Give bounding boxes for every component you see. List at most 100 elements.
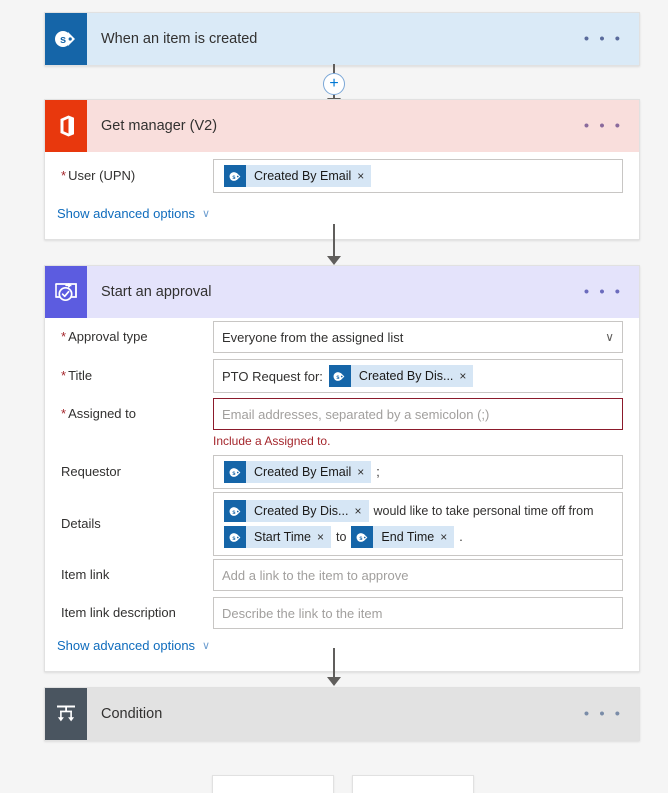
item-link-placeholder: Add a link to the item to approve bbox=[222, 567, 409, 583]
condition-branch-if-no[interactable] bbox=[352, 775, 474, 793]
token-start-time[interactable]: s Start Time × bbox=[224, 526, 331, 548]
flow-step-get-manager[interactable]: Get manager (V2) • • • * User (UPN) s Cr… bbox=[44, 99, 640, 240]
label-user-upn: * User (UPN) bbox=[61, 167, 136, 183]
flow-designer-canvas: s When an item is created • • • + Get ma… bbox=[0, 0, 668, 793]
approvals-icon bbox=[45, 266, 87, 318]
token-created-by-email[interactable]: s Created By Email × bbox=[224, 461, 372, 483]
assigned-to-placeholder: Email addresses, separated by a semicolo… bbox=[222, 406, 490, 422]
label-title: * Title bbox=[61, 367, 93, 383]
token-remove-icon[interactable]: × bbox=[357, 465, 371, 479]
sharepoint-token-icon: s bbox=[224, 526, 246, 548]
chevron-down-icon: ∨ bbox=[202, 208, 211, 220]
label-details: Details bbox=[61, 515, 101, 531]
approval-type-value: Everyone from the assigned list bbox=[222, 329, 404, 345]
form-row-assigned-to: * Assigned to Email addresses, separated … bbox=[45, 396, 639, 432]
select-approval-type[interactable]: Everyone from the assigned list ∨ bbox=[213, 321, 623, 353]
card-title-get-manager: Get manager (V2) bbox=[101, 118, 218, 134]
card-icon-wrap-condition bbox=[45, 688, 87, 740]
sharepoint-token-icon: s bbox=[351, 526, 374, 548]
token-label: End Time bbox=[381, 530, 435, 544]
advanced-options-label: Show advanced options bbox=[57, 206, 196, 221]
office365-users-icon bbox=[45, 100, 87, 152]
card-menu-start-approval[interactable]: • • • bbox=[584, 285, 623, 300]
connector-arrow-icon bbox=[327, 677, 341, 686]
label-assigned-to: * Assigned to bbox=[61, 405, 136, 421]
card-title-trigger: When an item is created bbox=[101, 31, 258, 47]
card-header-get-manager[interactable]: Get manager (V2) • • • bbox=[45, 100, 639, 152]
label-requestor: Requestor bbox=[61, 463, 121, 479]
token-label: Start Time bbox=[254, 530, 311, 544]
card-menu-trigger[interactable]: • • • bbox=[584, 32, 623, 47]
token-label: Created By Dis... bbox=[358, 369, 454, 383]
input-user-upn[interactable]: s Created By Email × bbox=[213, 159, 623, 193]
card-icon-wrap-start-approval bbox=[45, 266, 87, 318]
connector-line bbox=[333, 95, 335, 98]
show-advanced-options-start-approval[interactable]: Show advanced options ∨ bbox=[45, 632, 226, 667]
sharepoint-token-icon: s bbox=[328, 365, 351, 387]
add-step-button[interactable]: + bbox=[323, 73, 345, 95]
sharepoint-icon: s bbox=[45, 13, 87, 65]
error-message-assigned-to: Include a Assigned to. bbox=[213, 434, 331, 448]
card-menu-condition[interactable]: • • • bbox=[584, 707, 623, 722]
card-body-get-manager: * User (UPN) s Created By Email × Show a… bbox=[45, 152, 639, 239]
details-text-1: would like to take personal time off fro… bbox=[373, 504, 594, 518]
svg-text:s: s bbox=[60, 34, 66, 46]
label-item-link: Item link bbox=[61, 566, 110, 582]
form-row-item-link: Item link Add a link to the item to appr… bbox=[45, 556, 639, 594]
token-label: Created By Email bbox=[254, 169, 352, 183]
input-details[interactable]: s Created By Dis... × would like to take… bbox=[213, 492, 623, 556]
label-item-link-description: Item link description bbox=[61, 604, 176, 620]
label-approval-type: * Approval type bbox=[61, 328, 148, 344]
item-link-description-placeholder: Describe the link to the item bbox=[222, 605, 383, 621]
chevron-down-icon: ∨ bbox=[202, 640, 211, 652]
sharepoint-token-icon: s bbox=[224, 500, 246, 522]
advanced-options-label: Show advanced options bbox=[57, 638, 196, 653]
token-remove-icon[interactable]: × bbox=[440, 530, 454, 544]
card-header-trigger[interactable]: s When an item is created • • • bbox=[45, 13, 639, 65]
form-row-title: * Title PTO Request for: s Created By Di… bbox=[45, 356, 639, 396]
card-icon-wrap-get-manager bbox=[45, 100, 87, 152]
show-advanced-options-get-manager[interactable]: Show advanced options ∨ bbox=[45, 200, 226, 235]
form-row-requestor: Requestor s Created By Email × ; bbox=[45, 452, 639, 492]
flow-step-when-an-item-is-created[interactable]: s When an item is created • • • bbox=[44, 12, 640, 66]
card-header-start-approval[interactable]: Start an approval • • • bbox=[45, 266, 639, 318]
card-header-condition[interactable]: Condition • • • bbox=[45, 688, 639, 740]
token-created-by-display-name[interactable]: s Created By Dis... × bbox=[224, 500, 369, 522]
condition-branch-icon bbox=[45, 688, 87, 740]
token-remove-icon[interactable]: × bbox=[354, 504, 368, 518]
token-end-time[interactable]: s End Time × bbox=[351, 526, 455, 548]
card-title-condition: Condition bbox=[101, 706, 163, 722]
title-static-text: PTO Request for: bbox=[222, 368, 323, 384]
sharepoint-token-icon: s bbox=[224, 165, 246, 187]
token-remove-icon[interactable]: × bbox=[357, 169, 371, 183]
card-body-start-approval: * Approval type Everyone from the assigne… bbox=[45, 318, 639, 671]
connector-arrow-icon bbox=[327, 256, 341, 265]
token-created-by-email[interactable]: s Created By Email × bbox=[224, 165, 372, 187]
token-created-by-display-name[interactable]: s Created By Dis... × bbox=[328, 365, 474, 387]
token-label: Created By Email bbox=[254, 465, 352, 479]
card-icon-wrap-trigger: s bbox=[45, 13, 87, 65]
details-text-2: to bbox=[335, 530, 347, 544]
chevron-down-icon[interactable]: ∨ bbox=[605, 330, 614, 344]
form-row-approval-type: * Approval type Everyone from the assigne… bbox=[45, 318, 639, 356]
input-title[interactable]: PTO Request for: s Created By Dis... × bbox=[213, 359, 623, 393]
card-menu-get-manager[interactable]: • • • bbox=[584, 119, 623, 134]
input-item-link[interactable]: Add a link to the item to approve bbox=[213, 559, 623, 591]
details-text-3: . bbox=[459, 530, 463, 544]
flow-step-start-an-approval[interactable]: Start an approval • • • * Approval type E… bbox=[44, 265, 640, 672]
required-asterisk: * bbox=[61, 367, 67, 383]
required-asterisk: * bbox=[61, 405, 67, 421]
condition-branch-if-yes[interactable] bbox=[212, 775, 334, 793]
sharepoint-token-icon: s bbox=[224, 461, 246, 483]
input-item-link-description[interactable]: Describe the link to the item bbox=[213, 597, 623, 629]
form-row-item-link-description: Item link description Describe the link … bbox=[45, 594, 639, 632]
requestor-trailing-text: ; bbox=[376, 465, 380, 479]
input-requestor[interactable]: s Created By Email × ; bbox=[213, 455, 623, 489]
required-asterisk: * bbox=[61, 167, 67, 183]
token-label: Created By Dis... bbox=[254, 504, 349, 518]
token-remove-icon[interactable]: × bbox=[317, 530, 331, 544]
flow-step-condition[interactable]: Condition • • • bbox=[44, 687, 640, 741]
required-asterisk: * bbox=[61, 328, 67, 344]
input-assigned-to[interactable]: Email addresses, separated by a semicolo… bbox=[213, 398, 623, 430]
token-remove-icon[interactable]: × bbox=[459, 369, 473, 383]
